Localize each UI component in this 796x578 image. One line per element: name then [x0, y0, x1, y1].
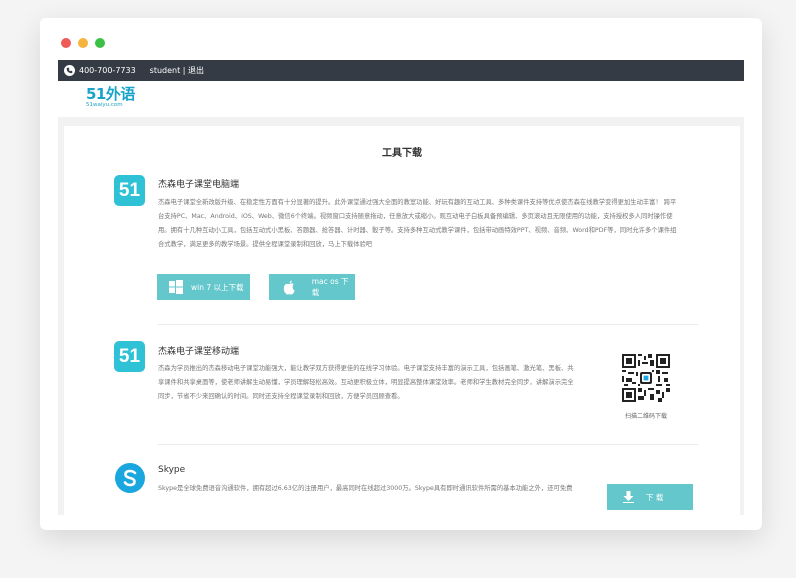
desc-line: 用。拥有十几种互动小工具，包括互动式小黑板、答题器、抢答器、计时器、骰子等。支持… [158, 227, 677, 234]
top-bar: 400-700-7733 student | 退出 [58, 60, 744, 81]
desktop-client-description: 杰森电子课堂全新改版升级、在稳定性方面有十分显著的提升。此外课堂通过强大全面的教… [158, 196, 703, 252]
desktop-client-title: 杰森电子课堂电脑端 [158, 180, 240, 190]
app-logo-icon: 51 [114, 175, 145, 206]
logo-text: 51外语 [86, 85, 135, 103]
download-icon [623, 491, 634, 503]
windows-icon [169, 280, 183, 294]
skype-download-button[interactable]: 下 载 [607, 484, 693, 510]
close-dot[interactable] [61, 38, 71, 48]
desc-line: 杰森电子课堂全新改版升级、在稳定性方面有十分显著的提升。此外课堂通过强大全面的教… [158, 199, 677, 206]
qr-code-icon [622, 354, 670, 402]
minimize-dot[interactable] [78, 38, 88, 48]
skype-title: Skype [158, 465, 186, 475]
skype-description: Skype是全球免费语音沟通软件，拥有超过6.63亿的注册用户，最高同时在线超过… [158, 485, 573, 492]
section-divider [158, 444, 698, 445]
phone-icon [64, 65, 75, 76]
skype-download-label: 下 载 [646, 492, 664, 502]
desc-line: 合式教学，满足更多的教学场景。提供全程课堂录制和回放，马上下载体验吧 [158, 241, 373, 248]
desc-line: 享课件和共享桌面等，使老师讲解生动易懂，学员理解轻松高效。互动更积极立体，明显提… [158, 379, 574, 386]
mac-download-label: mac os 下载 [311, 277, 349, 297]
page-title: 工具下载 [382, 148, 422, 159]
mobile-client-description: 杰森为学员推出的杰森移动电子课堂功能强大，能让教学双方获得更佳的在线学习体验。电… [158, 362, 608, 404]
user-logout-link[interactable]: student | 退出 [150, 65, 204, 76]
mac-download-button[interactable]: mac os 下载 [269, 274, 355, 300]
section-divider [158, 324, 698, 325]
windows-download-button[interactable]: win 7 以上下载 [157, 274, 250, 300]
mobile-client-title: 杰森电子课堂移动端 [158, 347, 240, 357]
maximize-dot[interactable] [95, 38, 105, 48]
page-viewport: 400-700-7733 student | 退出 51外语 51waiyu.c… [58, 60, 744, 515]
desc-line: 杰森为学员推出的杰森移动电子课堂功能强大，能让教学双方获得更佳的在线学习体验。电… [158, 365, 574, 372]
site-logo[interactable]: 51外语 51waiyu.com [86, 86, 135, 109]
app-logo-icon: 51 [114, 341, 145, 372]
window-controls [61, 38, 105, 48]
phone-number: 400-700-7733 [79, 66, 136, 75]
download-panel: 工具下载 51 杰森电子课堂电脑端 杰森电子课堂全新改版升级、在稳定性方面有十分… [64, 126, 740, 515]
desc-line: 同步，节省不少来回确认的时间。同时还支持全程课堂录制和回放，方便学员回顾查看。 [158, 393, 404, 400]
desc-line: 台支持PC、Mac、Android、iOS、Web、微信6个终端。视频窗口支持随… [158, 213, 673, 220]
logo-domain: 51waiyu.com [86, 102, 123, 108]
site-header: 51外语 51waiyu.com [58, 81, 744, 117]
qr-code-caption: 扫描二维码下载 [624, 413, 667, 420]
skype-icon [115, 463, 145, 493]
windows-download-label: win 7 以上下载 [191, 282, 244, 292]
apple-icon [283, 279, 295, 295]
browser-window: 400-700-7733 student | 退出 51外语 51waiyu.c… [40, 18, 762, 530]
